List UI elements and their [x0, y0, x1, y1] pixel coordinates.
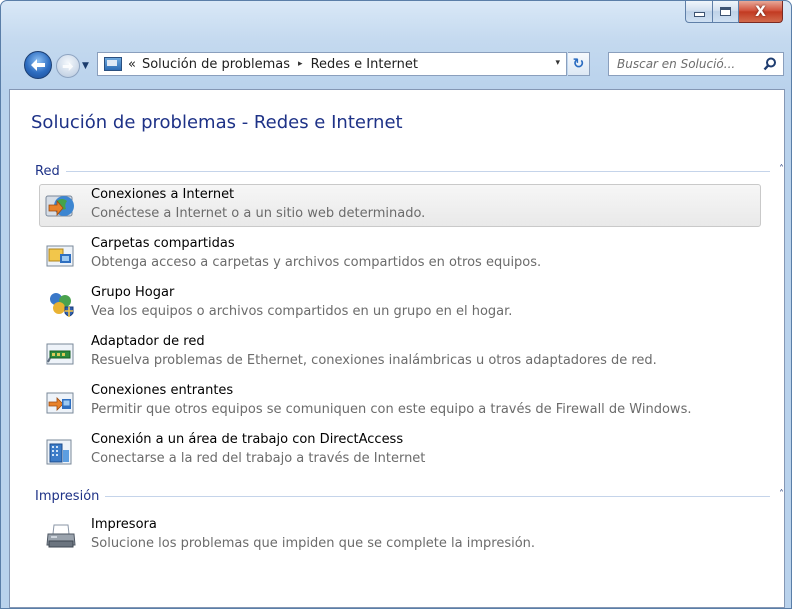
control-panel-icon — [104, 57, 122, 71]
shared-folders-icon — [46, 245, 74, 267]
search-box[interactable] — [608, 52, 784, 76]
collapse-printing-icon[interactable]: ˄ — [779, 489, 784, 500]
item-title: Conexión a un área de trabajo con Direct… — [91, 432, 404, 447]
section-label-network: Red — [35, 163, 60, 179]
maximize-button[interactable] — [713, 1, 739, 23]
close-icon: X — [755, 3, 766, 20]
back-button[interactable] — [24, 51, 52, 79]
network-adapter-icon — [46, 343, 74, 365]
forward-arrow-icon — [62, 61, 74, 71]
item-title: Impresora — [91, 517, 157, 532]
address-dropdown-icon[interactable]: ▾ — [555, 58, 560, 68]
item-title: Adaptador de red — [91, 334, 205, 349]
item-title: Conexiones entrantes — [91, 383, 234, 398]
item-description: Resuelva problemas de Ethernet, conexion… — [91, 353, 657, 368]
collapse-network-icon[interactable]: ˄ — [779, 164, 784, 175]
item-title: Carpetas compartidas — [91, 236, 235, 251]
refresh-button[interactable]: ↻ — [568, 52, 590, 76]
page-title: Solución de problemas - Redes e Internet — [31, 112, 403, 133]
internet-connection-icon — [45, 195, 74, 217]
homegroup-icon — [50, 293, 74, 317]
minimize-icon — [693, 12, 705, 17]
breadcrumb-network-internet[interactable]: Redes e Internet — [311, 57, 418, 72]
search-input[interactable] — [615, 56, 759, 72]
item-description: Conéctese a Internet o a un sitio web de… — [91, 206, 426, 221]
item-printer[interactable]: Impresora Solucione los problemas que im… — [39, 514, 761, 557]
item-description: Vea los equipos o archivos compartidos e… — [91, 304, 513, 319]
caption-buttons: X — [685, 1, 783, 23]
refresh-icon: ↻ — [572, 56, 585, 72]
section-divider — [65, 170, 770, 172]
explorer-window: X ▼ « Solución de problemas ▸ Redes e In… — [0, 0, 792, 609]
breadcrumb-separator-icon[interactable]: ▸ — [298, 59, 303, 69]
item-description: Conectarse a la red del trabajo a través… — [91, 451, 426, 466]
close-button[interactable]: X — [739, 1, 783, 23]
address-bar[interactable]: « Solución de problemas ▸ Redes e Intern… — [97, 52, 567, 76]
directaccess-icon — [46, 439, 72, 465]
minimize-button[interactable] — [685, 1, 713, 23]
item-description: Permitir que otros equipos se comuniquen… — [91, 402, 692, 417]
item-title: Conexiones a Internet — [91, 187, 235, 202]
printer-icon — [46, 524, 76, 548]
item-description: Obtenga acceso a carpetas y archivos com… — [91, 255, 542, 270]
section-label-printing: Impresión — [35, 488, 100, 504]
content-pane: Solución de problemas - Redes e Internet… — [9, 89, 785, 608]
section-divider — [105, 495, 770, 497]
item-description: Solucione los problemas que impiden que … — [91, 536, 536, 551]
forward-button[interactable] — [56, 54, 80, 78]
item-title: Grupo Hogar — [91, 285, 175, 300]
search-icon[interactable] — [763, 57, 777, 71]
item-homegroup[interactable]: Grupo Hogar Vea los equipos o archivos c… — [39, 282, 761, 325]
item-network-adapter[interactable]: Adaptador de red Resuelva problemas de E… — [39, 331, 761, 374]
address-overflow-button[interactable]: « — [128, 57, 136, 72]
item-incoming-connections[interactable]: Conexiones entrantes Permitir que otros … — [39, 380, 761, 423]
maximize-icon — [720, 7, 731, 16]
section-header-printing: Impresión ˄ — [35, 487, 784, 505]
item-directaccess[interactable]: Conexión a un área de trabajo con Direct… — [39, 429, 761, 472]
item-internet-connections[interactable]: Conexiones a Internet Conéctese a Intern… — [39, 184, 761, 227]
section-header-network: Red ˄ — [35, 162, 784, 180]
navigation-toolbar: ▼ « Solución de problemas ▸ Redes e Inte… — [1, 46, 791, 80]
incoming-connections-icon — [46, 392, 74, 414]
breadcrumb-troubleshooting[interactable]: Solución de problemas — [142, 57, 290, 72]
item-shared-folders[interactable]: Carpetas compartidas Obtenga acceso a ca… — [39, 233, 761, 276]
recent-pages-dropdown[interactable]: ▼ — [82, 61, 89, 71]
back-arrow-icon — [31, 59, 45, 71]
